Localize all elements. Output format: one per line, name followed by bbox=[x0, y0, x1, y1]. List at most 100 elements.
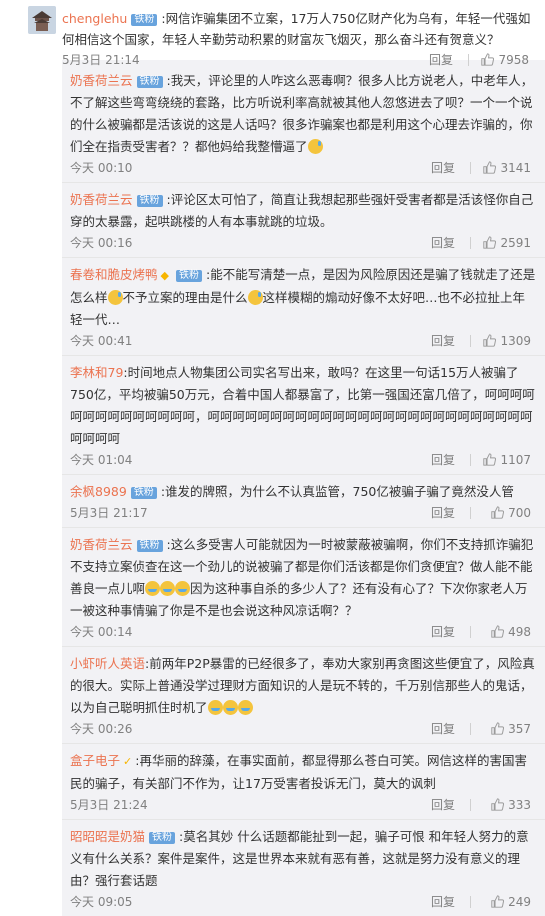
reply-item: 盒子电子 ✓:再华丽的辞藻，在事实面前，都显得那么苍白可笑。网信这样的害国害民的骗… bbox=[62, 744, 545, 820]
like-button[interactable]: 333 bbox=[491, 795, 531, 815]
reply-button[interactable]: 回复 bbox=[431, 450, 455, 470]
reply-author[interactable]: 春卷和脆皮烤鸭 bbox=[70, 267, 158, 282]
thumbs-up-icon bbox=[483, 236, 497, 249]
cry-emoji-icon bbox=[207, 700, 223, 715]
reply-button[interactable]: 回复 bbox=[431, 795, 455, 815]
reply-button[interactable]: 回复 bbox=[431, 622, 455, 642]
like-button[interactable]: 7958 bbox=[481, 50, 529, 70]
cry-emoji-icon bbox=[160, 581, 176, 596]
cry-emoji-icon bbox=[145, 581, 161, 596]
divider bbox=[468, 54, 469, 66]
divider bbox=[470, 335, 471, 347]
like-count: 7958 bbox=[498, 53, 529, 67]
reply-item: 余枫8989 铁粉:谁发的牌照，为什么不认真监管，750亿被骗子骗了竟然没人管 5… bbox=[62, 475, 545, 528]
divider bbox=[470, 626, 471, 638]
reply-author[interactable]: 李林和79 bbox=[70, 365, 123, 380]
fan-badge: 铁粉 bbox=[136, 76, 163, 88]
fan-badge: 铁粉 bbox=[175, 270, 202, 282]
like-count: 357 bbox=[508, 722, 531, 736]
thumbs-up-icon bbox=[481, 53, 495, 66]
reply-button[interactable]: 回复 bbox=[431, 892, 455, 912]
like-button[interactable]: 1107 bbox=[483, 450, 531, 470]
thumbs-up-icon bbox=[491, 625, 505, 638]
sweat-emoji-icon bbox=[247, 290, 263, 305]
divider bbox=[470, 896, 471, 908]
reply-time: 今天 00:41 bbox=[70, 334, 133, 348]
reply-author[interactable]: 小虾听人英语 bbox=[70, 656, 145, 671]
reply-item: 奶香荷兰云 铁粉:这么多受害人可能就因为一时被蒙蔽被骗啊，你们不支持抓诈骗犯不支持… bbox=[62, 528, 545, 647]
divider bbox=[470, 507, 471, 519]
thumbs-up-icon bbox=[491, 895, 505, 908]
reply-author[interactable]: 余枫8989 bbox=[70, 484, 127, 499]
thumbs-up-icon bbox=[483, 161, 497, 174]
fan-badge: 铁粉 bbox=[130, 487, 157, 499]
fan-badge: 铁粉 bbox=[136, 195, 163, 207]
reply-author[interactable]: 奶香荷兰云 bbox=[70, 73, 133, 88]
reply-item: 春卷和脆皮烤鸭 ◆ 铁粉:能不能写清楚一点，是因为风险原因还是骗了钱就走了还是怎么样… bbox=[62, 258, 545, 356]
reply-button[interactable]: 回复 bbox=[431, 158, 455, 178]
divider bbox=[470, 799, 471, 811]
divider bbox=[470, 162, 471, 174]
reply-item: 奶香荷兰云 铁粉:评论区太可怕了，简直让我想起那些强奸受害者都是活该怪你自己穿的太… bbox=[62, 183, 545, 258]
avatar[interactable] bbox=[28, 6, 56, 34]
comment-author[interactable]: chenglehu bbox=[62, 11, 127, 26]
thumbs-up-icon bbox=[491, 506, 505, 519]
like-button[interactable]: 249 bbox=[491, 892, 531, 912]
like-count: 249 bbox=[508, 895, 531, 909]
sweat-emoji-icon bbox=[107, 290, 123, 305]
reply-button[interactable]: 回复 bbox=[431, 233, 455, 253]
reply-list: 奶香荷兰云 铁粉:我天，评论里的人咋这么恶毒啊？很多人比方说老人，中老年人，不了解… bbox=[62, 60, 545, 916]
thumbs-up-icon bbox=[491, 798, 505, 811]
reply-time: 今天 09:05 bbox=[70, 895, 133, 909]
reply-item: 昭昭昭是奶猫 铁粉:莫名其妙 什么话题都能扯到一起，骗子可恨 和年轻人努力的意义有… bbox=[62, 820, 545, 916]
like-button[interactable]: 2591 bbox=[483, 233, 531, 253]
divider bbox=[470, 237, 471, 249]
like-count: 1107 bbox=[500, 453, 531, 467]
reply-author[interactable]: 盒子电子 bbox=[70, 753, 120, 768]
like-button[interactable]: 3141 bbox=[483, 158, 531, 178]
thumbs-up-icon bbox=[483, 453, 497, 466]
divider bbox=[470, 454, 471, 466]
reply-author[interactable]: 昭昭昭是奶猫 bbox=[70, 829, 145, 844]
like-count: 1309 bbox=[500, 334, 531, 348]
fan-badge: 铁粉 bbox=[149, 832, 176, 844]
fan-badge: 铁粉 bbox=[136, 540, 163, 552]
reply-text: :谁发的牌照，为什么不认真监管，750亿被骗子骗了竟然没人管 bbox=[160, 484, 514, 499]
reply-item: 小虾听人英语:前两年P2P暴雷的已经很多了，奉劝大家别再贪图这些便宜了，风险真的… bbox=[62, 647, 545, 744]
reply-author[interactable]: 奶香荷兰云 bbox=[70, 192, 133, 207]
reply-button[interactable]: 回复 bbox=[431, 719, 455, 739]
like-count: 498 bbox=[508, 625, 531, 639]
reply-button[interactable]: 回复 bbox=[429, 50, 453, 70]
cry-emoji-icon bbox=[175, 581, 191, 596]
reply-time: 今天 00:14 bbox=[70, 625, 133, 639]
reply-text: :再华丽的辞藻，在事实面前，都显得那么苍白可笑。网信这样的害国害民的骗子，有关部… bbox=[70, 753, 527, 791]
like-count: 700 bbox=[508, 506, 531, 520]
reply-time: 5月3日 21:24 bbox=[70, 798, 148, 812]
reply-item: 李林和79:时间地点人物集团公司实名写出来，敢吗？在这里一句话15万人被骗了75… bbox=[62, 356, 545, 475]
reply-time: 今天 01:04 bbox=[70, 453, 133, 467]
reply-item: 奶香荷兰云 铁粉:我天，评论里的人咋这么恶毒啊？很多人比方说老人，中老年人，不了解… bbox=[62, 64, 545, 183]
thumbs-up-icon bbox=[491, 722, 505, 735]
like-button[interactable]: 1309 bbox=[483, 331, 531, 351]
like-count: 3141 bbox=[500, 161, 531, 175]
reply-button[interactable]: 回复 bbox=[431, 503, 455, 523]
like-button[interactable]: 498 bbox=[491, 622, 531, 642]
comment-time: 5月3日 21:14 bbox=[62, 53, 140, 67]
like-count: 333 bbox=[508, 798, 531, 812]
reply-time: 5月3日 21:17 bbox=[70, 506, 148, 520]
cry-emoji-icon bbox=[237, 700, 253, 715]
like-count: 2591 bbox=[500, 236, 531, 250]
top-comment: chenglehu 铁粉:网信诈骗集团不立案，17万人750亿财产化为乌有，年轻一… bbox=[0, 0, 545, 67]
verified-icon: ✓ bbox=[123, 755, 133, 768]
reply-text: :时间地点人物集团公司实名写出来，敢吗？在这里一句话15万人被骗了750亿，平均… bbox=[70, 365, 535, 446]
vip-icon: ◆ bbox=[160, 269, 169, 282]
reply-author[interactable]: 奶香荷兰云 bbox=[70, 537, 133, 552]
like-button[interactable]: 700 bbox=[491, 503, 531, 523]
like-button[interactable]: 357 bbox=[491, 719, 531, 739]
reply-button[interactable]: 回复 bbox=[431, 331, 455, 351]
reply-time: 今天 00:16 bbox=[70, 236, 133, 250]
cry-emoji-icon bbox=[222, 700, 238, 715]
thumbs-up-icon bbox=[483, 334, 497, 347]
reply-time: 今天 00:26 bbox=[70, 722, 133, 736]
reply-time: 今天 00:10 bbox=[70, 161, 133, 175]
